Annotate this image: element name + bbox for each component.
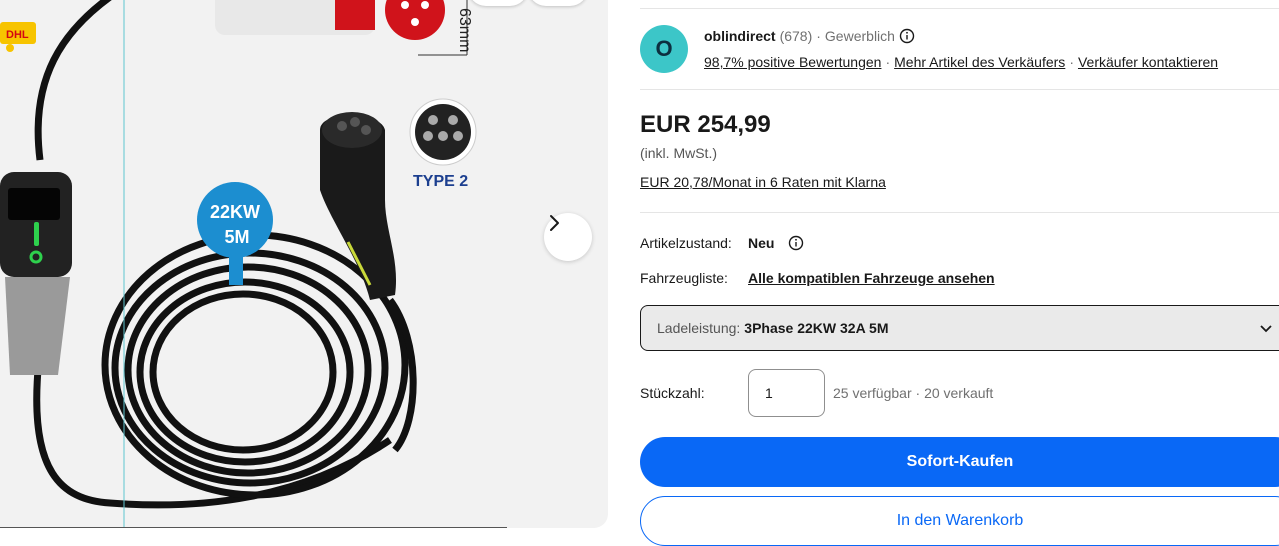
product-image: DHL 63mm TYPE 2 22KW 5M <box>0 0 477 528</box>
product-image-gallery[interactable]: DHL 63mm TYPE 2 22KW 5M <box>0 0 608 528</box>
power-badge: 22KW <box>210 202 260 222</box>
variant-label: Ladeleistung: <box>657 320 741 336</box>
quantity-availability: 25 verfügbar · 20 verkauft <box>833 385 994 401</box>
seller-avatar-letter: O <box>655 36 673 61</box>
separator-dot: · <box>816 28 821 44</box>
contact-seller-link[interactable]: Verkäufer kontaktieren <box>1078 54 1218 70</box>
seller-feedback-count: (678) <box>779 28 813 44</box>
available-count: 25 verfügbar <box>833 385 912 401</box>
condition-label: Artikelzustand: <box>640 235 732 251</box>
divider <box>0 527 507 528</box>
chevron-down-icon <box>1260 325 1272 333</box>
dhl-label: DHL <box>6 29 29 41</box>
connector-type-label: TYPE 2 <box>413 173 468 190</box>
positive-rating-link[interactable]: 98,7% positive Bewertungen <box>704 54 881 70</box>
condition-value-group: Neu <box>748 235 804 251</box>
klarna-installments-link[interactable]: EUR 20,78/Monat in 6 Raten mit Klarna <box>640 174 886 190</box>
dimension-label: 63mm <box>456 8 473 52</box>
variant-selected-value: 3Phase 22KW 32A 5M <box>744 320 889 336</box>
vat-note: (inkl. MwSt.) <box>640 145 717 161</box>
next-image-button[interactable] <box>544 213 592 261</box>
vehicle-list-label: Fahrzeugliste: <box>640 270 728 286</box>
seller-links: 98,7% positive Bewertungen · Mehr Artikel … <box>704 54 1219 70</box>
divider <box>640 89 1279 90</box>
compatible-vehicles-link[interactable]: Alle kompatiblen Fahrzeuge ansehen <box>748 270 995 286</box>
chevron-right-icon <box>550 215 559 231</box>
more-items-link[interactable]: Mehr Artikel des Verkäufers <box>894 54 1065 70</box>
seller-type: Gewerblich <box>824 28 895 44</box>
quantity-input[interactable] <box>748 369 825 417</box>
info-icon[interactable] <box>899 28 915 44</box>
variant-select[interactable]: Ladeleistung: 3Phase 22KW 32A 5M <box>640 305 1279 351</box>
item-price: EUR 254,99 <box>640 111 771 138</box>
seller-avatar[interactable]: O <box>640 25 688 73</box>
info-icon[interactable] <box>788 235 804 251</box>
divider <box>640 212 1279 213</box>
seller-info: oblindirect (678) · Gewerblich <box>704 28 915 44</box>
quantity-label: Stückzahl: <box>640 385 705 401</box>
condition-value: Neu <box>748 235 775 251</box>
length-badge: 5M <box>224 227 249 247</box>
buy-now-button[interactable]: Sofort-Kaufen <box>640 437 1279 487</box>
seller-name[interactable]: oblindirect <box>704 28 776 44</box>
sold-count: 20 verkauft <box>924 385 994 401</box>
divider <box>640 8 1279 9</box>
